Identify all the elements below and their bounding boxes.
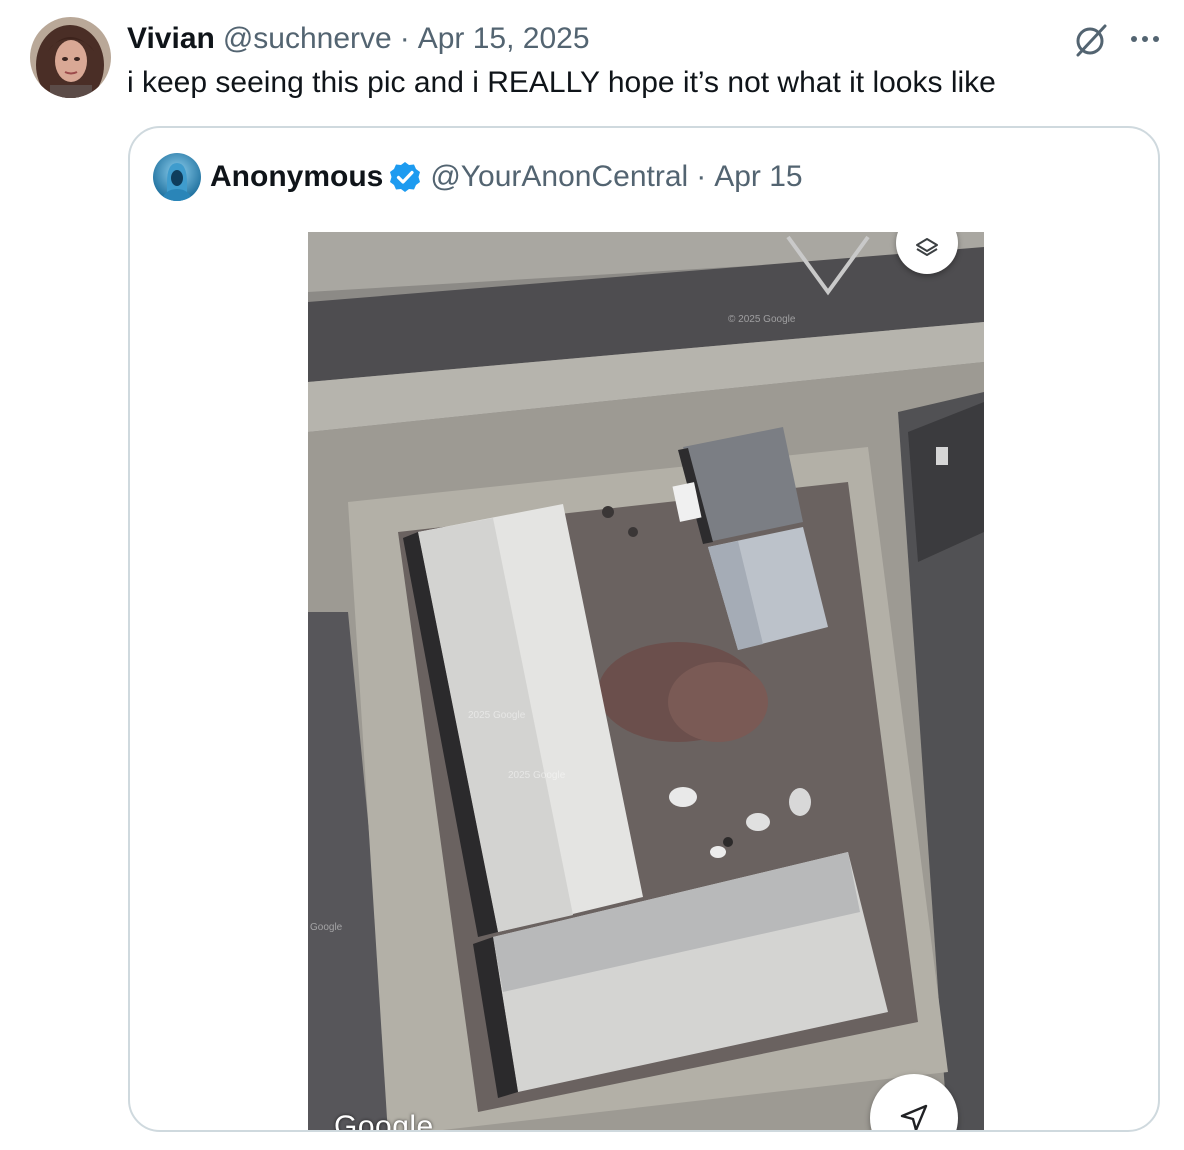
map-watermark-2: 2025 Google [468, 710, 526, 721]
author-avatar[interactable] [30, 17, 111, 98]
more-icon[interactable] [1128, 24, 1162, 54]
quoted-author-avatar[interactable] [153, 153, 201, 201]
map-watermark-3: 2025 Google [508, 770, 566, 781]
quoted-tweet-date[interactable]: Apr 15 [714, 158, 802, 196]
author-handle[interactable]: @suchnerve [223, 20, 392, 58]
author-avatar-image [30, 17, 111, 98]
hooded-figure-icon [153, 153, 201, 201]
quoted-author-handle[interactable]: @YourAnonCentral [430, 158, 688, 196]
satellite-map-image[interactable]: © 2025 Google 2025 Google 2025 Google Go… [308, 232, 984, 1132]
map-watermark: © 2025 Google [728, 314, 796, 325]
quoted-author-display-name[interactable]: Anonymous [210, 158, 383, 196]
satellite-aerial-view [308, 232, 984, 1130]
tweet-header: Vivian @suchnerve · Apr 15, 2025 [127, 20, 590, 58]
navigation-arrow-icon [900, 1104, 928, 1130]
header-separator: · [399, 22, 410, 55]
layers-icon [916, 238, 938, 256]
tweet-date[interactable]: Apr 15, 2025 [418, 20, 590, 58]
author-display-name[interactable]: Vivian [127, 20, 215, 58]
quoted-tweet-header: Anonymous @YourAnonCentral · Apr 15 [210, 158, 803, 196]
verified-badge-icon [388, 160, 422, 194]
tweet-text: i keep seeing this pic and i REALLY hope… [127, 66, 996, 99]
google-logo: Google [334, 1110, 434, 1132]
grok-icon[interactable] [1072, 22, 1108, 58]
quoted-tweet-card[interactable]: Anonymous @YourAnonCentral · Apr 15 © 20… [128, 126, 1160, 1132]
quoted-header-separator: · [696, 160, 707, 193]
map-watermark-4: Google [310, 922, 343, 933]
